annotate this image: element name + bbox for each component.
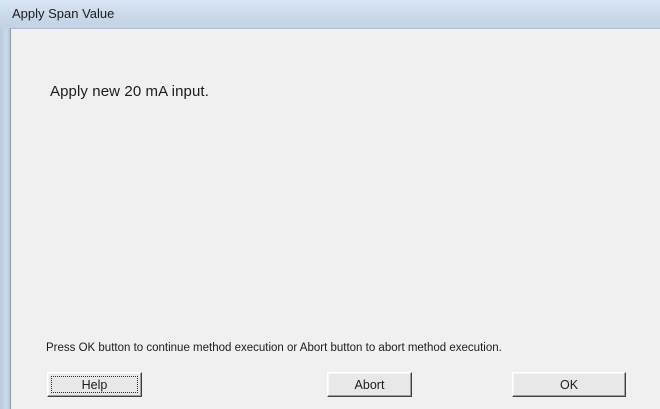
window-title: Apply Span Value: [12, 6, 115, 21]
abort-button-label: Abort: [354, 377, 385, 392]
help-button-label: Help: [81, 377, 108, 392]
ok-button-label: OK: [559, 377, 579, 392]
dialog-message: Apply new 20 mA input.: [50, 83, 209, 100]
dialog-window: Apply Span Value Apply new 20 mA input. …: [0, 0, 660, 409]
dialog-instruction: Press OK button to continue method execu…: [46, 342, 502, 354]
help-button[interactable]: Help: [47, 372, 142, 397]
abort-button[interactable]: Abort: [327, 372, 412, 397]
title-bar[interactable]: Apply Span Value: [0, 0, 660, 29]
ok-button[interactable]: OK: [512, 372, 626, 397]
